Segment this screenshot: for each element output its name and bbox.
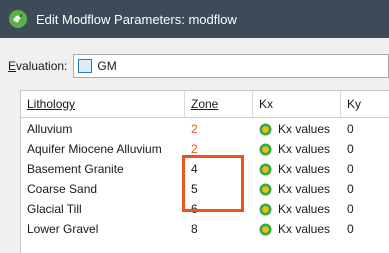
lithology-cell: Aquifer Miocene Alluvium (27, 142, 162, 156)
kx-value-label: Kx values (278, 222, 331, 236)
kx-values-icon (259, 163, 272, 175)
window-title: Edit Modflow Parameters: modflow (36, 11, 237, 27)
lithology-cell: Coarse Sand (27, 182, 98, 196)
kx-values-icon (259, 223, 272, 235)
zone-cell[interactable]: 5 (185, 179, 253, 199)
lithology-table: Lithology Zone Kx Ky Alluvium 2 Kx values 0… (20, 90, 389, 253)
lithology-cell: Glacial Till (27, 202, 82, 216)
kx-value-label: Kx values (278, 122, 331, 136)
kx-value-label: Kx values (278, 142, 331, 156)
kx-cell[interactable]: Kx values (253, 139, 341, 159)
ky-cell[interactable]: 0 (341, 119, 389, 139)
table-row[interactable]: Glacial Till 6 Kx values 0 (21, 199, 389, 219)
table-row[interactable]: Coarse Sand 5 Kx values 0 (21, 179, 389, 199)
lithology-cell: Basement Granite (27, 162, 124, 176)
zone-cell[interactable]: 4 (185, 159, 253, 179)
table-header: Lithology Zone Kx Ky (21, 91, 389, 118)
table-row[interactable]: Basement Granite 4 Kx values 0 (21, 159, 389, 179)
table-row[interactable]: Lower Gravel 8 Kx values 0 (21, 219, 389, 239)
lithology-cell: Lower Gravel (27, 222, 99, 236)
window-titlebar: Edit Modflow Parameters: modflow (0, 0, 389, 38)
kx-value-label: Kx values (278, 202, 331, 216)
kx-value-label: Kx values (278, 182, 331, 196)
zone-cell[interactable]: 8 (185, 219, 253, 239)
ky-cell[interactable]: 0 (341, 219, 389, 239)
column-header-zone[interactable]: Zone (185, 91, 253, 117)
ky-cell[interactable]: 0 (341, 179, 389, 199)
dialog-body: Evaluation: GM Lithology Zone Kx Ky Allu… (0, 38, 389, 253)
kx-values-icon (259, 183, 272, 195)
kx-cell[interactable]: Kx values (253, 159, 341, 179)
kx-cell[interactable]: Kx values (253, 179, 341, 199)
kx-values-icon (259, 143, 272, 155)
table-row[interactable]: Alluvium 2 Kx values 0 (21, 119, 389, 139)
column-header-kx[interactable]: Kx (253, 91, 341, 117)
evaluation-label-rest: valuation: (16, 59, 68, 73)
ky-cell[interactable]: 0 (341, 199, 389, 219)
geological-model-icon (78, 59, 93, 73)
ky-cell[interactable]: 0 (341, 159, 389, 179)
evaluation-label: Evaluation: (8, 59, 67, 73)
evaluation-label-accel: E (8, 59, 17, 73)
kx-cell[interactable]: Kx values (253, 219, 341, 239)
kx-cell[interactable]: Kx values (253, 199, 341, 219)
kx-values-icon (259, 203, 272, 215)
column-header-lithology[interactable]: Lithology (21, 91, 185, 117)
lithology-cell: Alluvium (27, 122, 73, 136)
evaluation-value: GM (97, 59, 117, 73)
zone-cell[interactable]: 2 (185, 119, 253, 139)
ky-cell[interactable]: 0 (341, 139, 389, 159)
column-header-ky[interactable]: Ky (341, 91, 389, 117)
zone-cell[interactable]: 2 (185, 139, 253, 159)
evaluation-select[interactable]: GM (73, 54, 389, 78)
zone-cell[interactable]: 6 (185, 199, 253, 219)
kx-value-label: Kx values (278, 162, 331, 176)
kx-cell[interactable]: Kx values (253, 119, 341, 139)
modflow-app-icon (9, 10, 27, 28)
kx-values-icon (259, 123, 272, 135)
table-row[interactable]: Aquifer Miocene Alluvium 2 Kx values 0 (21, 139, 389, 159)
evaluation-row: Evaluation: GM (8, 52, 389, 80)
